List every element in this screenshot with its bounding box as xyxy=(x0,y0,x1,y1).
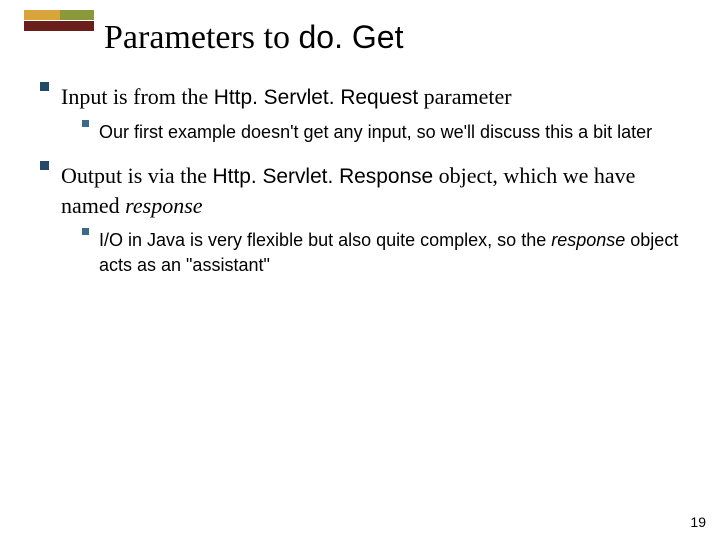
bullet-lvl2: I/O in Java is very flexible but also qu… xyxy=(82,228,690,277)
bullet-pre: Output is via the xyxy=(61,163,213,188)
bullet-lvl2: Our first example doesn't get any input,… xyxy=(82,120,690,144)
sub-italic: response xyxy=(551,230,625,250)
bullet-text: Output is via the Http. Servlet. Respons… xyxy=(61,161,690,221)
square-bullet-small-icon xyxy=(82,228,89,235)
bullet-lvl1: Output is via the Http. Servlet. Respons… xyxy=(40,161,690,221)
title-text-sans: do. Get xyxy=(299,19,404,55)
square-bullet-icon xyxy=(40,161,49,170)
sub-bullet-text: Our first example doesn't get any input,… xyxy=(99,120,690,144)
slide-body: Input is from the Http. Servlet. Request… xyxy=(40,82,690,293)
bullet-italic: response xyxy=(125,193,202,218)
title-text-serif: Parameters to xyxy=(104,19,299,56)
bullet-pre: Input is from the xyxy=(61,84,214,109)
page-number: 19 xyxy=(690,514,706,530)
square-bullet-small-icon xyxy=(82,120,89,127)
bullet-text: Input is from the Http. Servlet. Request… xyxy=(61,82,690,112)
deco-green-block xyxy=(60,10,94,20)
sub-pre: I/O in Java is very flexible but also qu… xyxy=(99,230,551,250)
bullet-code: Http. Servlet. Request xyxy=(214,86,418,109)
bullet-code: Http. Servlet. Response xyxy=(213,165,434,188)
slide-title: Parameters to do. Get xyxy=(104,18,403,59)
deco-gold-block xyxy=(24,10,60,20)
sub-bullet-text: I/O in Java is very flexible but also qu… xyxy=(99,228,690,277)
deco-maroon-block xyxy=(24,21,94,31)
title-decoration xyxy=(24,10,94,34)
bullet-lvl1: Input is from the Http. Servlet. Request… xyxy=(40,82,690,112)
slide: Parameters to do. Get Input is from the … xyxy=(0,0,720,540)
bullet-post: parameter xyxy=(418,84,511,109)
square-bullet-icon xyxy=(40,82,49,91)
